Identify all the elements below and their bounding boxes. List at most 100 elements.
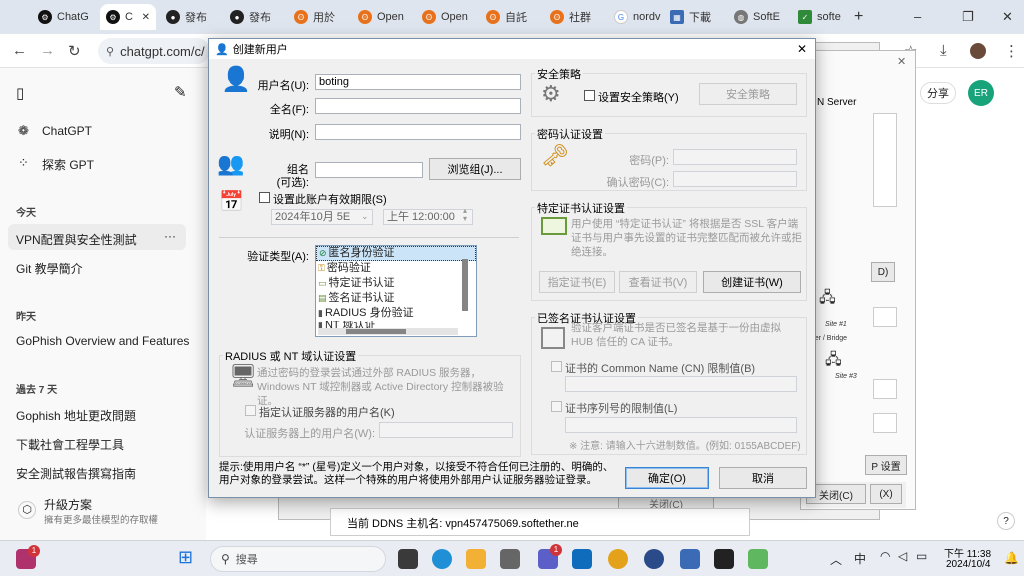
sidebar-item-explore[interactable]: 探索 GPT bbox=[42, 156, 94, 173]
browser-tab[interactable]: ⚙ ChatG bbox=[32, 4, 98, 30]
browser-tab[interactable]: Gnordv bbox=[608, 4, 670, 30]
download-icon[interactable]: ⤓ bbox=[940, 42, 947, 59]
address-bar[interactable]: ⚲ chatgpt.com/c/ bbox=[98, 38, 210, 64]
upgrade-title[interactable]: 升級方案 bbox=[44, 496, 92, 513]
browse-group-button[interactable]: 浏览组(J)... bbox=[429, 158, 521, 180]
site-info-icon[interactable]: ⚲ bbox=[106, 45, 114, 58]
browser-tab[interactable]: ● 發布 bbox=[160, 4, 222, 30]
maximize-button[interactable]: ❐ bbox=[962, 9, 974, 25]
edge-icon[interactable] bbox=[432, 549, 452, 569]
user-avatar[interactable]: ER bbox=[968, 80, 994, 106]
conversation-item[interactable]: VPN配置與安全性測試 bbox=[16, 231, 156, 248]
security-policy-button[interactable]: 安全策略 bbox=[699, 83, 797, 105]
view-cert-button[interactable]: 查看证书(V) bbox=[619, 271, 697, 293]
browser-tab[interactable]: ▦ 下載 bbox=[664, 4, 726, 30]
conversation-item[interactable]: GoPhish Overview and Features bbox=[16, 334, 192, 348]
specify-cert-button[interactable]: 指定证书(E) bbox=[539, 271, 615, 293]
volume-icon[interactable]: ◁ bbox=[898, 549, 907, 563]
browser-tab[interactable]: ʘ 社群 bbox=[544, 4, 606, 30]
background-button[interactable]: (X) bbox=[870, 484, 902, 504]
clock-date[interactable]: 2024/10/4 bbox=[946, 559, 991, 570]
wifi-icon[interactable]: ◠ bbox=[880, 549, 890, 563]
conversation-item[interactable]: Git 教學簡介 bbox=[16, 260, 83, 277]
chevron-down-icon[interactable]: ⌄ bbox=[361, 211, 369, 222]
conversation-item[interactable]: 下載社會工程學工具 bbox=[16, 436, 124, 453]
browser-tab-active[interactable]: ⚙ C ✕ bbox=[100, 4, 156, 30]
forward-icon[interactable]: → bbox=[40, 42, 55, 59]
password-input[interactable] bbox=[673, 149, 797, 165]
sidebar-toggle-icon[interactable]: ▯ bbox=[16, 84, 24, 102]
ime-indicator[interactable]: 中 bbox=[854, 550, 866, 567]
fullname-input[interactable] bbox=[315, 98, 521, 114]
list-item[interactable]: ⊘ 匿名身份验证 bbox=[316, 246, 476, 261]
browser-tab[interactable]: ʘ Open bbox=[416, 4, 478, 30]
mail-icon[interactable] bbox=[572, 549, 592, 569]
browser-tab[interactable]: ● 發布 bbox=[224, 4, 286, 30]
conversation-item[interactable]: Gophish 地址更改問題 bbox=[16, 407, 136, 424]
background-button[interactable]: P 设置 bbox=[865, 455, 907, 475]
list-item[interactable]: ▭ 特定证书认证 bbox=[316, 276, 476, 291]
file-explorer-icon[interactable] bbox=[466, 549, 486, 569]
close-icon[interactable]: ✕ bbox=[897, 55, 906, 68]
battery-icon[interactable]: ▭ bbox=[916, 549, 927, 563]
expire-time-picker[interactable]: 上午 12:00:00 bbox=[383, 209, 473, 225]
serial-checkbox[interactable] bbox=[551, 401, 562, 412]
ok-button[interactable]: 确定(O) bbox=[625, 467, 709, 489]
profile-avatar[interactable] bbox=[970, 43, 986, 59]
new-chat-icon[interactable]: ✎ bbox=[174, 83, 187, 101]
cn-input[interactable] bbox=[565, 376, 797, 392]
username-input[interactable]: boting bbox=[315, 74, 521, 90]
more-options-icon[interactable]: ··· bbox=[164, 229, 176, 243]
background-button[interactable]: D) bbox=[871, 262, 895, 282]
chrome-icon[interactable] bbox=[608, 549, 628, 569]
dialog-close-button[interactable]: ✕ bbox=[797, 42, 807, 56]
spinner-icon[interactable]: ▴ ▾ bbox=[463, 207, 467, 223]
app-icon[interactable] bbox=[644, 549, 664, 569]
terminal-icon[interactable] bbox=[714, 549, 734, 569]
horizontal-scrollbar[interactable] bbox=[318, 328, 458, 335]
browser-tab[interactable]: ʘ 自託 bbox=[480, 4, 542, 30]
browser-tab[interactable]: ʘ 用於 bbox=[288, 4, 350, 30]
chevron-up-icon[interactable]: ︿ bbox=[830, 551, 842, 568]
confirm-password-input[interactable] bbox=[673, 171, 797, 187]
conversation-item[interactable]: 安全測試報告撰寫指南 bbox=[16, 465, 136, 482]
clock-time[interactable]: 下午 11:38 bbox=[944, 545, 991, 560]
list-item[interactable]: ⚿ 密码验证 bbox=[316, 261, 476, 276]
close-tab-icon[interactable]: ✕ bbox=[142, 12, 150, 23]
group-input[interactable] bbox=[315, 162, 423, 178]
close-window-button[interactable]: ✕ bbox=[1002, 9, 1013, 25]
security-policy-checkbox[interactable] bbox=[584, 90, 595, 101]
radius-username-checkbox[interactable] bbox=[245, 405, 256, 416]
expire-checkbox[interactable] bbox=[259, 192, 270, 203]
minimize-button[interactable]: – bbox=[914, 9, 921, 24]
windows-start-icon[interactable]: ⊞ bbox=[178, 547, 193, 568]
share-button[interactable]: 分享 bbox=[920, 82, 956, 104]
list-item[interactable]: ▮ RADIUS 身份验证 bbox=[316, 306, 476, 321]
cn-checkbox[interactable] bbox=[551, 361, 562, 372]
back-icon[interactable]: ← bbox=[12, 42, 27, 59]
scrollbar-thumb[interactable] bbox=[462, 259, 468, 311]
serial-input[interactable] bbox=[565, 417, 797, 433]
new-tab-button[interactable]: + bbox=[854, 8, 863, 26]
softether-icon[interactable] bbox=[748, 549, 768, 569]
taskbar-search[interactable]: ⚲ 搜尋 bbox=[210, 546, 386, 572]
menu-icon[interactable]: ⋮ bbox=[1004, 42, 1019, 60]
note-input[interactable] bbox=[315, 124, 521, 140]
scrollbar-thumb[interactable] bbox=[346, 329, 406, 334]
browser-tab[interactable]: ◍ SoftE bbox=[728, 4, 790, 30]
reload-icon[interactable]: ↻ bbox=[68, 42, 81, 60]
cancel-button[interactable]: 取消 bbox=[719, 467, 807, 489]
browser-tab[interactable]: ʘ Open bbox=[352, 4, 414, 30]
expire-date-picker[interactable]: 2024年10月 5E bbox=[271, 209, 373, 225]
sidebar-item-chatgpt[interactable]: ChatGPT bbox=[42, 124, 92, 138]
auth-type-list[interactable]: ⊘ 匿名身份验证 ⚿ 密码验证 ▭ 特定证书认证 ▤ 签名证书认证 ▮ RADIUS 身份… bbox=[315, 245, 477, 337]
create-cert-button[interactable]: 创建证书(W) bbox=[703, 271, 801, 293]
store-icon[interactable] bbox=[500, 549, 520, 569]
notification-bell-icon[interactable]: 🔔 bbox=[1004, 551, 1019, 565]
task-view-icon[interactable] bbox=[398, 549, 418, 569]
help-button[interactable]: ? bbox=[997, 512, 1015, 530]
browser-tab[interactable]: ✓ softe bbox=[792, 4, 848, 30]
list-item[interactable]: ▤ 签名证书认证 bbox=[316, 291, 476, 306]
radius-username-input[interactable] bbox=[379, 422, 513, 438]
notepad-icon[interactable] bbox=[680, 549, 700, 569]
